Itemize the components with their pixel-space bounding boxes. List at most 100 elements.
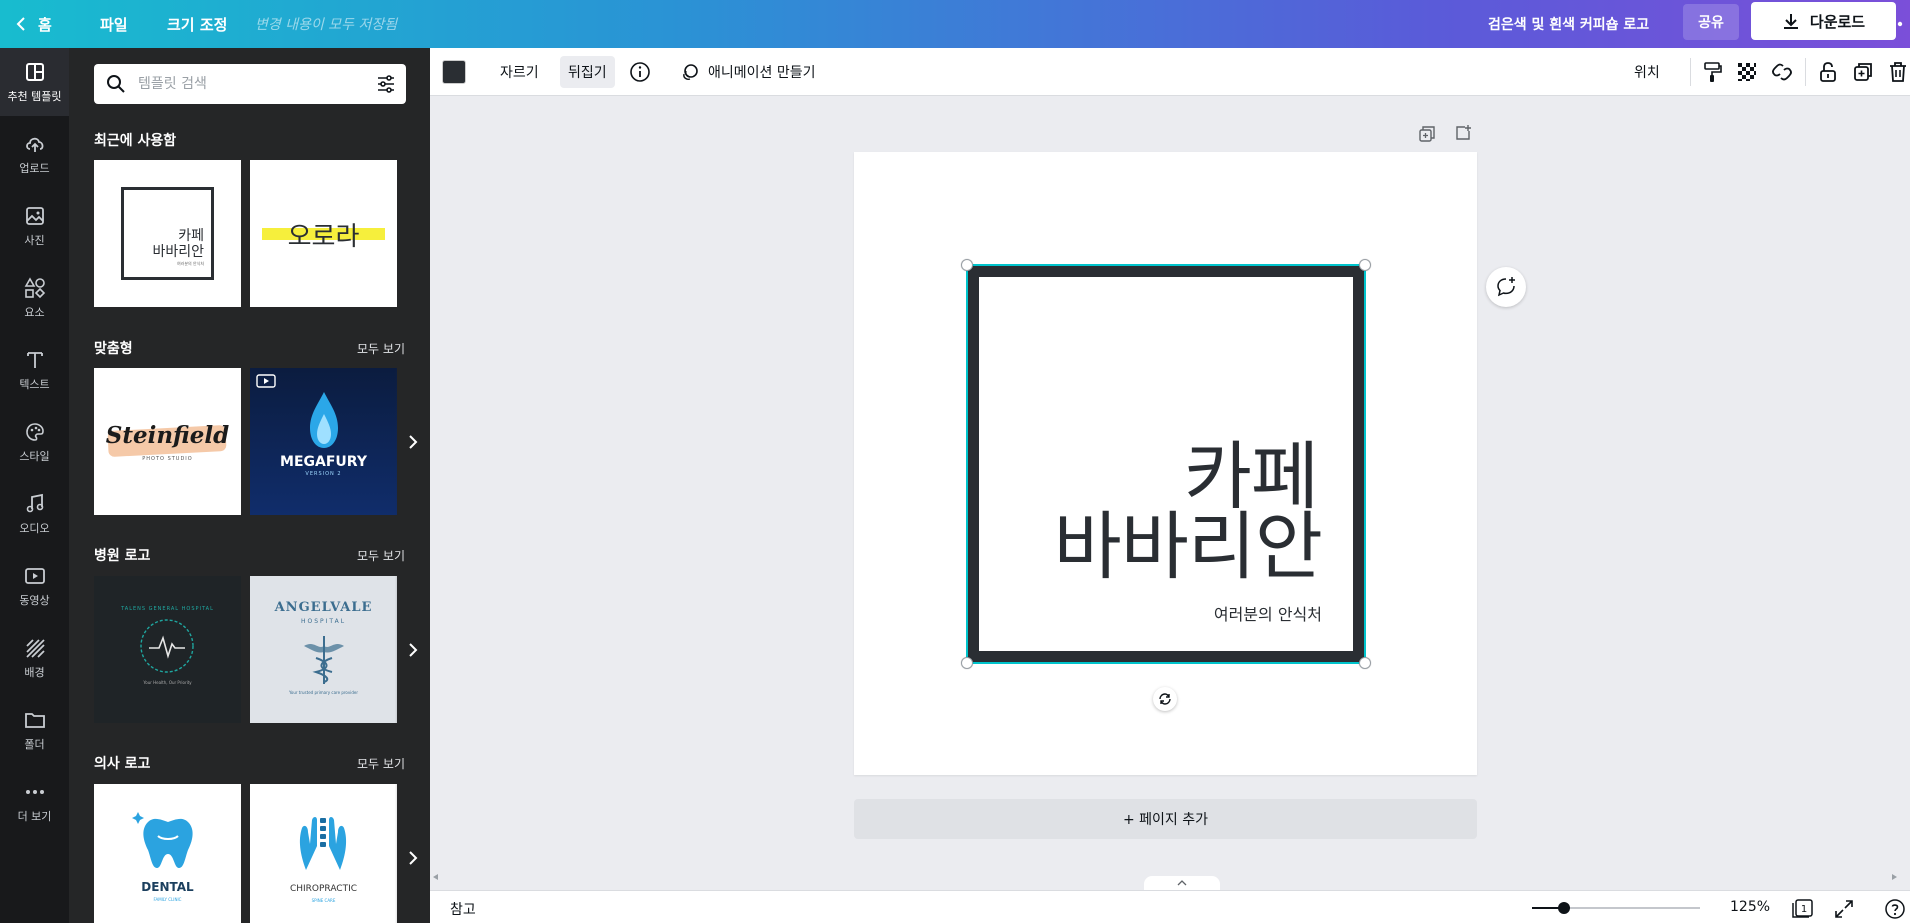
duplicate-icon[interactable] bbox=[1851, 60, 1875, 84]
logo-title-line1[interactable]: 카페 bbox=[1000, 440, 1319, 514]
page-count-button[interactable]: 1 bbox=[1792, 898, 1816, 918]
expand-notes-button[interactable] bbox=[1144, 876, 1220, 890]
paint-roller-icon[interactable] bbox=[1700, 60, 1724, 84]
download-button[interactable]: 다운로드 bbox=[1751, 2, 1896, 40]
zoom-level[interactable]: 125% bbox=[1730, 899, 1770, 915]
section-title-recent: 최근에 사용함 bbox=[94, 133, 177, 149]
zoom-slider-thumb[interactable] bbox=[1557, 902, 1570, 914]
rail-label: 요소 bbox=[24, 305, 45, 319]
editor-toolbar: 자르기 뒤집기 애니메이션 만들기 위치 bbox=[430, 48, 1910, 96]
rail-item-templates[interactable]: 추천 템플릿 bbox=[0, 48, 69, 116]
thumb-text: Steinfield bbox=[105, 422, 230, 449]
resize-menu[interactable]: 크기 조정 bbox=[167, 0, 227, 48]
rail-item-photos[interactable]: 사진 bbox=[0, 192, 69, 260]
flip-button[interactable]: 뒤집기 bbox=[560, 56, 615, 88]
scroll-right-doctor[interactable] bbox=[395, 784, 430, 923]
add-page-button[interactable]: + 페이지 추가 bbox=[854, 799, 1477, 839]
rail-label: 업로드 bbox=[19, 161, 50, 175]
scroll-right-hospital[interactable] bbox=[395, 576, 430, 723]
transparency-icon[interactable] bbox=[1735, 60, 1759, 84]
search-box[interactable] bbox=[94, 64, 406, 104]
see-all-hospital[interactable]: 모두 보기 bbox=[357, 547, 405, 564]
template-thumb-angelvale[interactable]: ANGELVALE HOSPITAL Your trusted primary … bbox=[250, 576, 397, 723]
resize-handle-bottom-right[interactable] bbox=[1359, 657, 1371, 669]
thumb-subtext: HOSPITAL bbox=[300, 618, 347, 625]
rail-item-audio[interactable]: 오디오 bbox=[0, 480, 69, 548]
animate-label: 애니메이션 만들기 bbox=[708, 65, 816, 81]
rail-item-text[interactable]: 텍스트 bbox=[0, 336, 69, 404]
template-thumb-megafury[interactable]: MEGAFURY VERSION 2 bbox=[250, 368, 397, 515]
left-rail: 추천 템플릿 업로드 사진 요소 텍스트 스타일 오디오 동영상 배경 폴더 더… bbox=[0, 48, 69, 923]
copy-page-icon[interactable] bbox=[1418, 125, 1436, 143]
video-icon bbox=[24, 565, 46, 587]
zoom-slider[interactable] bbox=[1532, 902, 1700, 914]
logo-title-line2[interactable]: 바바리안 bbox=[1000, 510, 1323, 584]
toolbar-divider bbox=[1805, 58, 1806, 86]
rail-item-upload[interactable]: 업로드 bbox=[0, 120, 69, 188]
resize-handle-bottom-left[interactable] bbox=[961, 657, 973, 669]
notes-button[interactable]: 참고 bbox=[450, 899, 476, 919]
tooth-icon bbox=[132, 810, 204, 872]
document-title[interactable]: 검은색 및 흰색 커피숍 로고 bbox=[1488, 0, 1649, 48]
chevron-left-icon bbox=[14, 16, 28, 32]
thumb-subtext: PHOTO STUDIO bbox=[142, 456, 193, 462]
info-icon[interactable] bbox=[629, 61, 651, 83]
template-thumb-cafe[interactable]: 카페 바바리안 여러분의 안식처 bbox=[94, 160, 241, 307]
resize-handle-top-left[interactable] bbox=[961, 259, 973, 271]
help-button[interactable] bbox=[1884, 898, 1906, 920]
animate-button[interactable]: 애니메이션 만들기 bbox=[672, 56, 824, 88]
palette-icon bbox=[24, 421, 46, 443]
share-button[interactable]: 공유 bbox=[1683, 4, 1739, 40]
rail-item-styles[interactable]: 스타일 bbox=[0, 408, 69, 476]
thumb-text: TALENS GENERAL HOSPITAL bbox=[121, 606, 214, 612]
chevron-right-icon bbox=[408, 434, 418, 450]
chevron-right-icon bbox=[408, 642, 418, 658]
template-thumb-dental[interactable]: DENTAL FAMILY CLINIC bbox=[94, 784, 241, 923]
fullscreen-button[interactable] bbox=[1834, 899, 1854, 919]
flame-icon bbox=[304, 390, 344, 452]
link-icon[interactable] bbox=[1770, 60, 1794, 84]
position-button[interactable]: 위치 bbox=[1626, 56, 1668, 88]
chevron-up-icon bbox=[1177, 880, 1187, 886]
search-input[interactable] bbox=[138, 72, 358, 96]
logo-subtitle[interactable]: 여러분의 안식처 bbox=[1000, 601, 1322, 625]
scroll-right-custom[interactable] bbox=[395, 368, 430, 515]
template-thumb-talens[interactable]: TALENS GENERAL HOSPITAL Your Health, Our… bbox=[94, 576, 241, 723]
see-all-doctor[interactable]: 모두 보기 bbox=[357, 755, 405, 772]
more-options-button[interactable] bbox=[1876, 0, 1910, 48]
add-page-icon[interactable] bbox=[1454, 124, 1472, 142]
template-thumb-steinfield[interactable]: Steinfield PHOTO STUDIO bbox=[94, 368, 241, 515]
home-button[interactable]: 홈 bbox=[14, 0, 52, 48]
rail-item-elements[interactable]: 요소 bbox=[0, 264, 69, 332]
rail-label: 추천 템플릿 bbox=[7, 89, 62, 103]
heartbeat-ring-icon bbox=[137, 616, 197, 676]
thumb-text: MEGAFURY bbox=[280, 454, 367, 470]
add-comment-button[interactable] bbox=[1486, 267, 1526, 307]
file-menu[interactable]: 파일 bbox=[100, 0, 128, 48]
help-icon bbox=[1884, 898, 1906, 920]
resize-handle-top-right[interactable] bbox=[1359, 259, 1371, 271]
filter-icon[interactable] bbox=[376, 74, 396, 94]
rotate-handle[interactable] bbox=[1153, 687, 1177, 711]
thumb-text: DENTAL bbox=[141, 880, 194, 894]
rail-item-background[interactable]: 배경 bbox=[0, 624, 69, 692]
thumb-text: 오로라 bbox=[287, 222, 360, 252]
thumb-subtext: SPINE CARE bbox=[311, 898, 336, 903]
color-swatch[interactable] bbox=[442, 60, 466, 84]
chevron-right-icon bbox=[408, 850, 418, 866]
text-icon bbox=[24, 349, 46, 371]
rail-item-more[interactable]: 더 보기 bbox=[0, 768, 69, 836]
template-thumb-chiropractic[interactable]: CHIROPRACTIC SPINE CARE bbox=[250, 784, 397, 923]
bottom-bar: 참고 125% 1 bbox=[430, 890, 1910, 923]
crop-button[interactable]: 자르기 bbox=[492, 56, 547, 88]
rail-item-video[interactable]: 동영상 bbox=[0, 552, 69, 620]
see-all-custom[interactable]: 모두 보기 bbox=[357, 340, 405, 357]
folder-icon bbox=[24, 709, 46, 731]
rail-item-folders[interactable]: 폴더 bbox=[0, 696, 69, 764]
trash-icon[interactable] bbox=[1886, 60, 1910, 84]
thumb-text: 카페 바바리안 여러분의 안식처 bbox=[152, 228, 204, 266]
hands-spine-icon bbox=[292, 810, 354, 876]
unlock-icon[interactable] bbox=[1816, 60, 1840, 84]
template-thumb-aurora[interactable]: 오로라 bbox=[250, 160, 397, 307]
expand-icon bbox=[1834, 899, 1854, 919]
